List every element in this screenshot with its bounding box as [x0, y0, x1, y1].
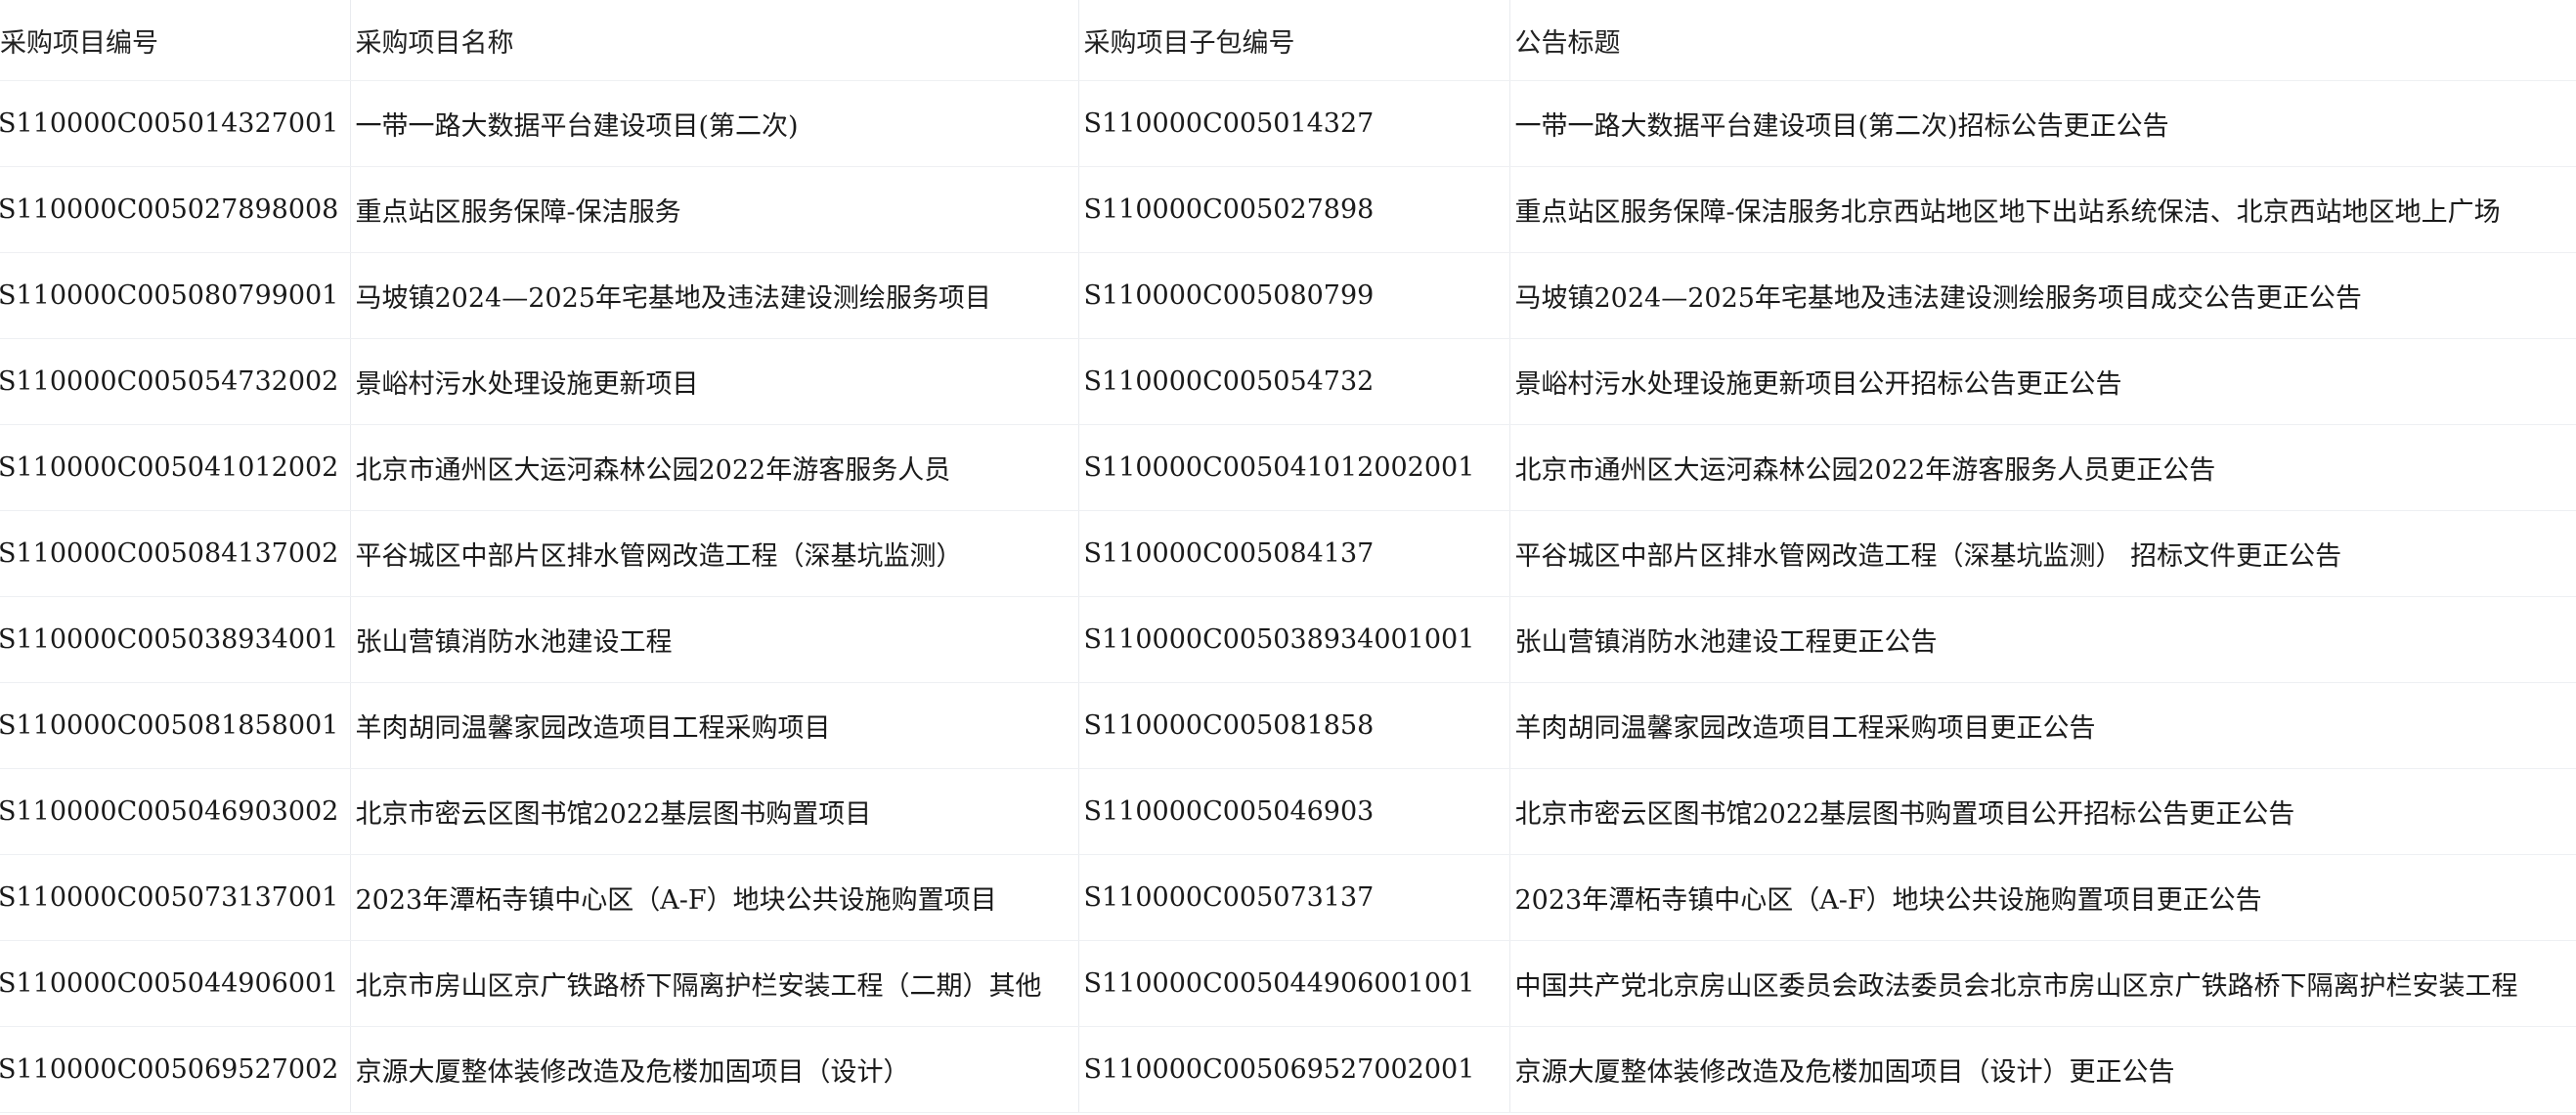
cell-project-code[interactable]: S110000C005041012002 — [0, 424, 351, 511]
table-row: S110000C005081858001 羊肉胡同温馨家园改造项目工程采购项目 S1… — [0, 682, 2576, 769]
procurement-table: 采购项目编号 采购项目名称 采购项目子包编号 公告标题 S110000C0050… — [0, 0, 2576, 1113]
table-row: S110000C005038934001 张山营镇消防水池建设工程 S110000C… — [0, 596, 2576, 683]
cell-subpackage-code[interactable]: S110000C005069527002001 — [1078, 1026, 1510, 1113]
spreadsheet-view: 采购项目编号 采购项目名称 采购项目子包编号 公告标题 S110000C0050… — [0, 0, 2576, 1115]
cell-subpackage-code[interactable]: S110000C005044906001001 — [1078, 940, 1510, 1027]
cell-announcement-title[interactable]: 京源大厦整体装修改造及危楼加固项目（设计）更正公告 — [1509, 1026, 2576, 1113]
table-row: S110000C005084137002 平谷城区中部片区排水管网改造工程（深基坑… — [0, 510, 2576, 597]
header-announcement-title[interactable]: 公告标题 — [1509, 0, 2576, 81]
table-row: S110000C005041012002 北京市通州区大运河森林公园2022年游客… — [0, 424, 2576, 511]
cell-subpackage-code[interactable]: S110000C005081858 — [1078, 682, 1510, 769]
cell-announcement-title[interactable]: 重点站区服务保障-保洁服务北京西站地区地下出站系统保洁、北京西站地区地上广场 — [1509, 166, 2576, 253]
cell-project-name[interactable]: 重点站区服务保障-保洁服务 — [350, 166, 1079, 253]
table-row: S110000C005046903002 北京市密云区图书馆2022基层图书购置项… — [0, 768, 2576, 855]
cell-project-code[interactable]: S110000C005084137002 — [0, 510, 351, 597]
cell-announcement-title[interactable]: 马坡镇2024—2025年宅基地及违法建设测绘服务项目成交公告更正公告 — [1509, 252, 2576, 339]
cell-project-code[interactable]: S110000C005044906001 — [0, 940, 351, 1027]
cell-project-code[interactable]: S110000C005014327001 — [0, 80, 351, 167]
cell-project-code[interactable]: S110000C005073137001 — [0, 854, 351, 941]
cell-project-name[interactable]: 北京市通州区大运河森林公园2022年游客服务人员 — [350, 424, 1079, 511]
cell-announcement-title[interactable]: 张山营镇消防水池建设工程更正公告 — [1509, 596, 2576, 683]
table-row: S110000C005044906001 北京市房山区京广铁路桥下隔离护栏安装工程… — [0, 940, 2576, 1027]
cell-project-name[interactable]: 北京市密云区图书馆2022基层图书购置项目 — [350, 768, 1079, 855]
cell-announcement-title[interactable]: 一带一路大数据平台建设项目(第二次)招标公告更正公告 — [1509, 80, 2576, 167]
cell-project-code[interactable]: S110000C005027898008 — [0, 166, 351, 253]
cell-subpackage-code[interactable]: S110000C005084137 — [1078, 510, 1510, 597]
cell-subpackage-code[interactable]: S110000C005027898 — [1078, 166, 1510, 253]
cell-subpackage-code[interactable]: S110000C005073137 — [1078, 854, 1510, 941]
table-row: S110000C005027898008 重点站区服务保障-保洁服务 S110000… — [0, 166, 2576, 253]
header-row: 采购项目编号 采购项目名称 采购项目子包编号 公告标题 — [0, 0, 2576, 81]
cell-subpackage-code[interactable]: S110000C005080799 — [1078, 252, 1510, 339]
cell-subpackage-code[interactable]: S110000C005054732 — [1078, 338, 1510, 425]
header-subpackage-code[interactable]: 采购项目子包编号 — [1078, 0, 1510, 81]
table-row: S110000C005073137001 2023年潭柘寺镇中心区（A-F）地块公… — [0, 854, 2576, 941]
cell-project-code[interactable]: S110000C005081858001 — [0, 682, 351, 769]
cell-project-code[interactable]: S110000C005046903002 — [0, 768, 351, 855]
cell-announcement-title[interactable]: 平谷城区中部片区排水管网改造工程（深基坑监测） 招标文件更正公告 — [1509, 510, 2576, 597]
cell-project-name[interactable]: 马坡镇2024—2025年宅基地及违法建设测绘服务项目 — [350, 252, 1079, 339]
table-row: S110000C005054732002 景峪村污水处理设施更新项目 S110000… — [0, 338, 2576, 425]
cell-project-name[interactable]: 景峪村污水处理设施更新项目 — [350, 338, 1079, 425]
cell-project-code[interactable]: S110000C005038934001 — [0, 596, 351, 683]
cell-project-code[interactable]: S110000C005080799001 — [0, 252, 351, 339]
cell-announcement-title[interactable]: 北京市密云区图书馆2022基层图书购置项目公开招标公告更正公告 — [1509, 768, 2576, 855]
cell-announcement-title[interactable]: 北京市通州区大运河森林公园2022年游客服务人员更正公告 — [1509, 424, 2576, 511]
cell-project-name[interactable]: 平谷城区中部片区排水管网改造工程（深基坑监测） — [350, 510, 1079, 597]
cell-project-name[interactable]: 一带一路大数据平台建设项目(第二次) — [350, 80, 1079, 167]
cell-project-name[interactable]: 北京市房山区京广铁路桥下隔离护栏安装工程（二期）其他 — [350, 940, 1079, 1027]
cell-subpackage-code[interactable]: S110000C005014327 — [1078, 80, 1510, 167]
header-project-code[interactable]: 采购项目编号 — [0, 0, 351, 81]
table-row: S110000C005080799001 马坡镇2024—2025年宅基地及违法建… — [0, 252, 2576, 339]
cell-announcement-title[interactable]: 景峪村污水处理设施更新项目公开招标公告更正公告 — [1509, 338, 2576, 425]
cell-announcement-title[interactable]: 羊肉胡同温馨家园改造项目工程采购项目更正公告 — [1509, 682, 2576, 769]
table-body: S110000C005014327001 一带一路大数据平台建设项目(第二次) S1… — [0, 80, 2576, 1113]
cell-project-code[interactable]: S110000C005054732002 — [0, 338, 351, 425]
cell-project-name[interactable]: 羊肉胡同温馨家园改造项目工程采购项目 — [350, 682, 1079, 769]
cell-subpackage-code[interactable]: S110000C005041012002001 — [1078, 424, 1510, 511]
cell-project-name[interactable]: 2023年潭柘寺镇中心区（A-F）地块公共设施购置项目 — [350, 854, 1079, 941]
cell-project-code[interactable]: S110000C005069527002 — [0, 1026, 351, 1113]
table-row: S110000C005014327001 一带一路大数据平台建设项目(第二次) S1… — [0, 80, 2576, 167]
table-row: S110000C005069527002 京源大厦整体装修改造及危楼加固项目（设计… — [0, 1026, 2576, 1113]
cell-project-name[interactable]: 京源大厦整体装修改造及危楼加固项目（设计） — [350, 1026, 1079, 1113]
cell-announcement-title[interactable]: 中国共产党北京房山区委员会政法委员会北京市房山区京广铁路桥下隔离护栏安装工程 — [1509, 940, 2576, 1027]
header-project-name[interactable]: 采购项目名称 — [350, 0, 1079, 81]
cell-project-name[interactable]: 张山营镇消防水池建设工程 — [350, 596, 1079, 683]
cell-announcement-title[interactable]: 2023年潭柘寺镇中心区（A-F）地块公共设施购置项目更正公告 — [1509, 854, 2576, 941]
cell-subpackage-code[interactable]: S110000C005038934001001 — [1078, 596, 1510, 683]
cell-subpackage-code[interactable]: S110000C005046903 — [1078, 768, 1510, 855]
